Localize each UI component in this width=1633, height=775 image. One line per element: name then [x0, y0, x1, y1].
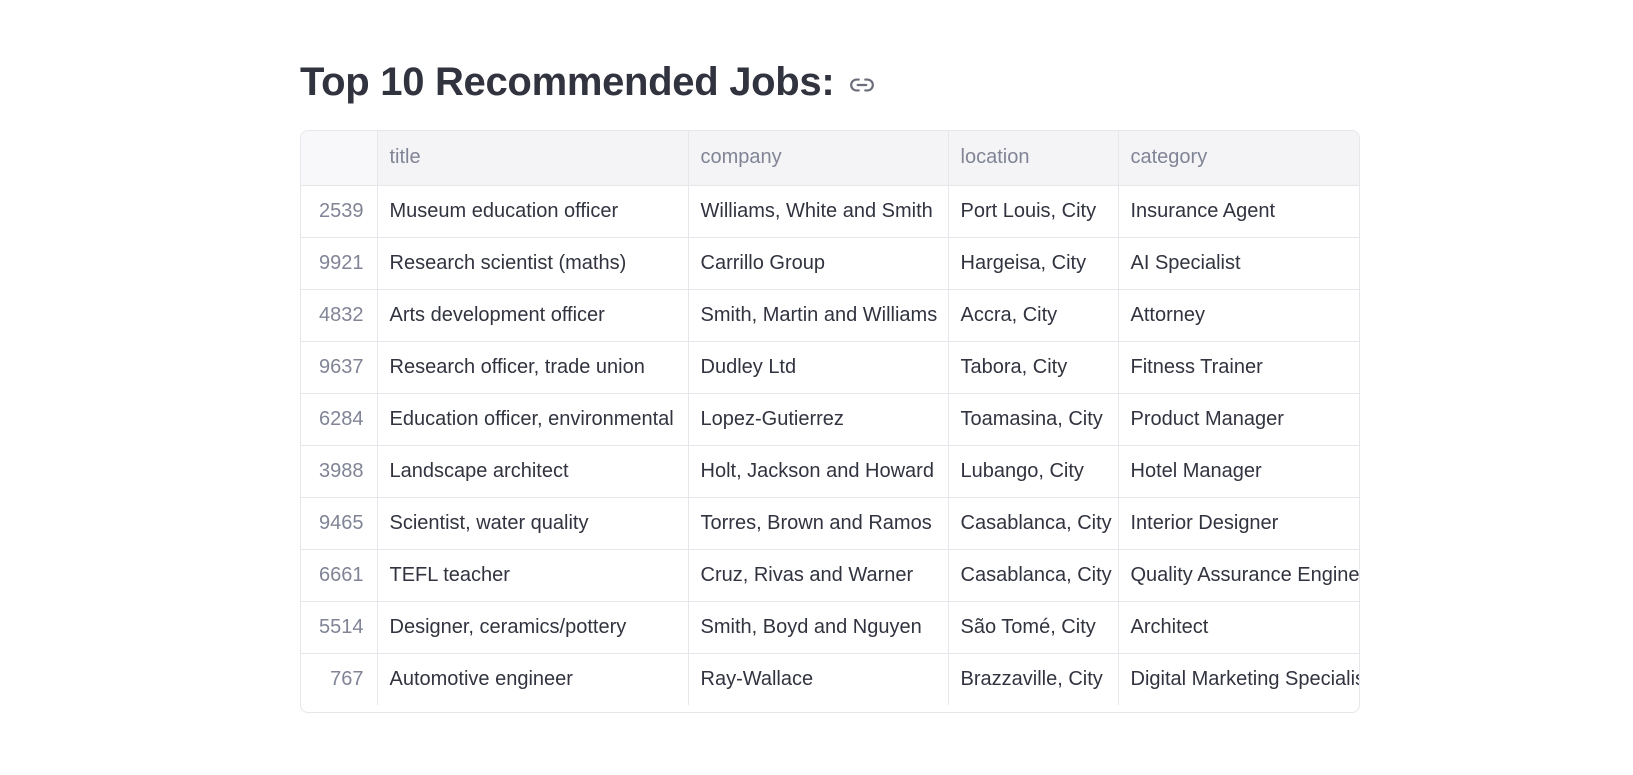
- table-row: 9465 Scientist, water quality Torres, Br…: [301, 497, 1359, 550]
- location-cell[interactable]: Lubango, City: [948, 445, 1119, 498]
- location-cell[interactable]: Brazzaville, City: [948, 653, 1119, 705]
- page-title: Top 10 Recommended Jobs:: [300, 59, 835, 104]
- category-cell[interactable]: Insurance Agent: [1118, 185, 1359, 238]
- category-cell[interactable]: Fitness Trainer: [1118, 341, 1359, 394]
- category-cell[interactable]: Architect: [1118, 601, 1359, 654]
- table-row: 767 Automotive engineer Ray-Wallace Braz…: [301, 653, 1359, 705]
- location-cell[interactable]: Port Louis, City: [948, 185, 1119, 238]
- jobs-table: title company location category 2539 Mus…: [301, 131, 1359, 705]
- company-cell[interactable]: Dudley Ltd: [688, 341, 949, 394]
- category-cell[interactable]: Digital Marketing Specialist: [1118, 653, 1359, 705]
- category-cell[interactable]: Attorney: [1118, 289, 1359, 342]
- link-icon[interactable]: [848, 71, 876, 99]
- title-cell[interactable]: Scientist, water quality: [377, 497, 689, 550]
- row-index[interactable]: 5514: [301, 601, 378, 654]
- title-column-header[interactable]: title: [377, 131, 689, 186]
- category-cell[interactable]: Quality Assurance Engineer: [1118, 549, 1359, 602]
- location-cell[interactable]: Casablanca, City: [948, 549, 1119, 602]
- table-row: 6661 TEFL teacher Cruz, Rivas and Warner…: [301, 549, 1359, 602]
- row-index[interactable]: 2539: [301, 185, 378, 238]
- location-column-header[interactable]: location: [948, 131, 1119, 186]
- table-header-row: title company location category: [301, 131, 1359, 186]
- row-index[interactable]: 9921: [301, 237, 378, 290]
- title-cell[interactable]: Research scientist (maths): [377, 237, 689, 290]
- location-cell[interactable]: São Tomé, City: [948, 601, 1119, 654]
- title-cell[interactable]: Designer, ceramics/pottery: [377, 601, 689, 654]
- table-row: 2539 Museum education officer Williams, …: [301, 185, 1359, 238]
- location-cell[interactable]: Toamasina, City: [948, 393, 1119, 446]
- table-row: 6284 Education officer, environmental Lo…: [301, 393, 1359, 446]
- table-row: 5514 Designer, ceramics/pottery Smith, B…: [301, 601, 1359, 654]
- company-cell[interactable]: Smith, Boyd and Nguyen: [688, 601, 949, 654]
- row-index[interactable]: 9465: [301, 497, 378, 550]
- company-column-header[interactable]: company: [688, 131, 949, 186]
- category-cell[interactable]: Interior Designer: [1118, 497, 1359, 550]
- jobs-dataframe[interactable]: title company location category 2539 Mus…: [300, 130, 1360, 713]
- title-cell[interactable]: Arts development officer: [377, 289, 689, 342]
- title-cell[interactable]: TEFL teacher: [377, 549, 689, 602]
- category-cell[interactable]: AI Specialist: [1118, 237, 1359, 290]
- location-cell[interactable]: Accra, City: [948, 289, 1119, 342]
- row-index[interactable]: 3988: [301, 445, 378, 498]
- company-cell[interactable]: Lopez-Gutierrez: [688, 393, 949, 446]
- company-cell[interactable]: Smith, Martin and Williams: [688, 289, 949, 342]
- title-cell[interactable]: Landscape architect: [377, 445, 689, 498]
- company-cell[interactable]: Cruz, Rivas and Warner: [688, 549, 949, 602]
- category-cell[interactable]: Product Manager: [1118, 393, 1359, 446]
- row-index[interactable]: 6661: [301, 549, 378, 602]
- location-cell[interactable]: Casablanca, City: [948, 497, 1119, 550]
- company-cell[interactable]: Ray-Wallace: [688, 653, 949, 705]
- row-index[interactable]: 4832: [301, 289, 378, 342]
- row-index[interactable]: 6284: [301, 393, 378, 446]
- row-index[interactable]: 9637: [301, 341, 378, 394]
- title-cell[interactable]: Research officer, trade union: [377, 341, 689, 394]
- title-cell[interactable]: Automotive engineer: [377, 653, 689, 705]
- title-cell[interactable]: Museum education officer: [377, 185, 689, 238]
- page-heading: Top 10 Recommended Jobs:: [300, 52, 876, 112]
- title-cell[interactable]: Education officer, environmental: [377, 393, 689, 446]
- table-row: 9637 Research officer, trade union Dudle…: [301, 341, 1359, 394]
- category-column-header[interactable]: category: [1118, 131, 1359, 186]
- company-cell[interactable]: Carrillo Group: [688, 237, 949, 290]
- location-cell[interactable]: Hargeisa, City: [948, 237, 1119, 290]
- category-cell[interactable]: Hotel Manager: [1118, 445, 1359, 498]
- company-cell[interactable]: Holt, Jackson and Howard: [688, 445, 949, 498]
- company-cell[interactable]: Torres, Brown and Ramos: [688, 497, 949, 550]
- row-index[interactable]: 767: [301, 653, 378, 705]
- company-cell[interactable]: Williams, White and Smith: [688, 185, 949, 238]
- table-row: 3988 Landscape architect Holt, Jackson a…: [301, 445, 1359, 498]
- table-row: 9921 Research scientist (maths) Carrillo…: [301, 237, 1359, 290]
- index-column-header[interactable]: [301, 131, 378, 186]
- table-row: 4832 Arts development officer Smith, Mar…: [301, 289, 1359, 342]
- location-cell[interactable]: Tabora, City: [948, 341, 1119, 394]
